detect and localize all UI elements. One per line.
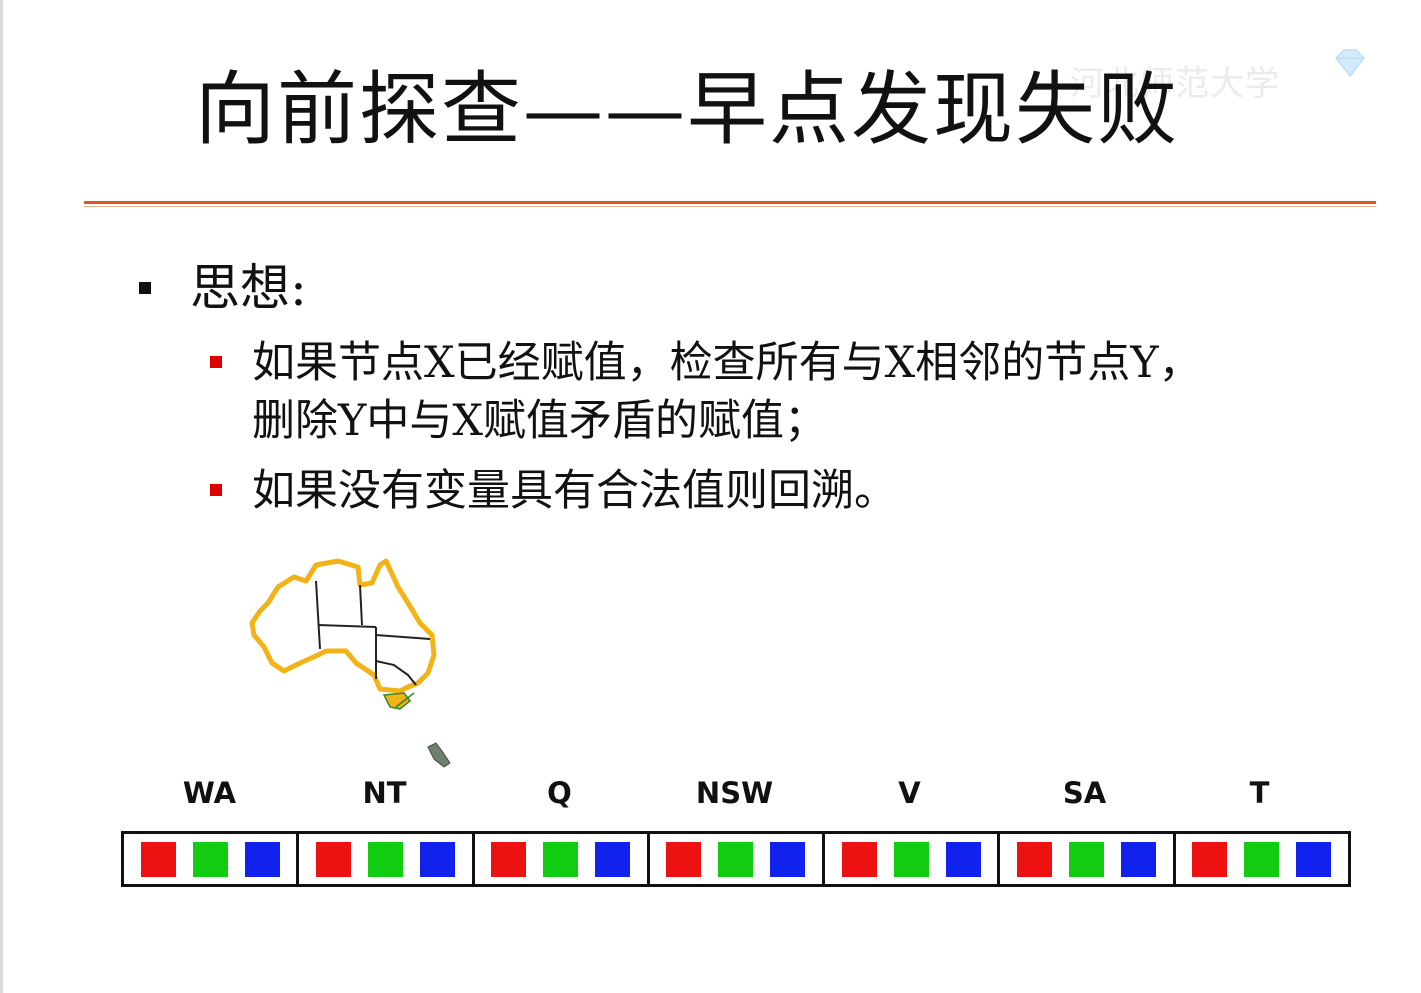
- domain-swatch-blue: [595, 841, 631, 877]
- variable-label-nt: NT: [362, 776, 407, 810]
- domain-swatch-green: [543, 841, 579, 877]
- domain-cell-t: [1176, 834, 1348, 884]
- domain-cell-nsw: [650, 834, 826, 884]
- bullet-square-icon: [139, 282, 151, 294]
- domain-swatch-blue: [945, 841, 981, 877]
- domain-swatch-blue: [419, 841, 455, 877]
- domain-cell-v: [825, 834, 1001, 884]
- domain-swatch-green: [1244, 841, 1280, 877]
- domain-swatch-red: [315, 841, 351, 877]
- variable-label-t: T: [1249, 776, 1270, 810]
- domain-swatch-blue: [1121, 841, 1157, 877]
- left-edge-border: [0, 0, 3, 993]
- tasmania-shape: [382, 692, 415, 710]
- point-2: 如果没有变量具有合法值则回溯。: [252, 466, 897, 516]
- domain-swatch-green: [1069, 841, 1105, 877]
- domain-swatch-red: [666, 841, 702, 877]
- domain-swatch-red: [491, 841, 527, 877]
- domain-swatch-red: [841, 841, 877, 877]
- domain-cell-nt: [299, 834, 475, 884]
- domain-swatch-green: [893, 841, 929, 877]
- diamond-logo-icon: [1335, 49, 1365, 78]
- slide-title: 向前探查——早点发现失败: [195, 63, 1179, 156]
- domain-swatch-green: [718, 841, 754, 877]
- small-island-shape: [427, 742, 451, 768]
- domain-swatch-red: [1017, 841, 1053, 877]
- domain-table: [121, 831, 1351, 887]
- domain-swatch-blue: [244, 841, 280, 877]
- domain-cell-q: [475, 834, 650, 884]
- state-borders: [315, 580, 431, 686]
- domain-swatch-green: [192, 841, 228, 877]
- title-divider-shadow: [84, 206, 1376, 207]
- domain-swatch-red: [140, 841, 176, 877]
- point-1-line-2: 删除Y中与X赋值矛盾的赋值；: [252, 396, 827, 446]
- domain-cell-wa: [124, 834, 300, 884]
- point-1-line-1: 如果节点X已经赋值，检查所有与X相邻的节点Y，: [252, 338, 1202, 388]
- variable-label-q: Q: [547, 776, 572, 810]
- domain-cell-sa: [1000, 834, 1176, 884]
- variable-label-sa: SA: [1062, 776, 1107, 810]
- domain-swatch-red: [1192, 841, 1228, 877]
- domain-swatch-green: [367, 841, 403, 877]
- sub-bullet-icon: [210, 484, 222, 496]
- variable-labels: WA NT Q NSW V SA T: [122, 770, 1352, 816]
- australia-map: [249, 558, 451, 768]
- variable-label-nsw: NSW: [695, 776, 774, 810]
- variable-label-v: V: [898, 776, 921, 810]
- domain-swatch-blue: [770, 841, 806, 877]
- title-divider: [84, 201, 1376, 204]
- idea-heading: 思想:: [190, 259, 307, 317]
- sub-bullet-icon: [210, 356, 222, 368]
- variable-label-wa: WA: [182, 776, 237, 810]
- domain-swatch-blue: [1296, 841, 1332, 877]
